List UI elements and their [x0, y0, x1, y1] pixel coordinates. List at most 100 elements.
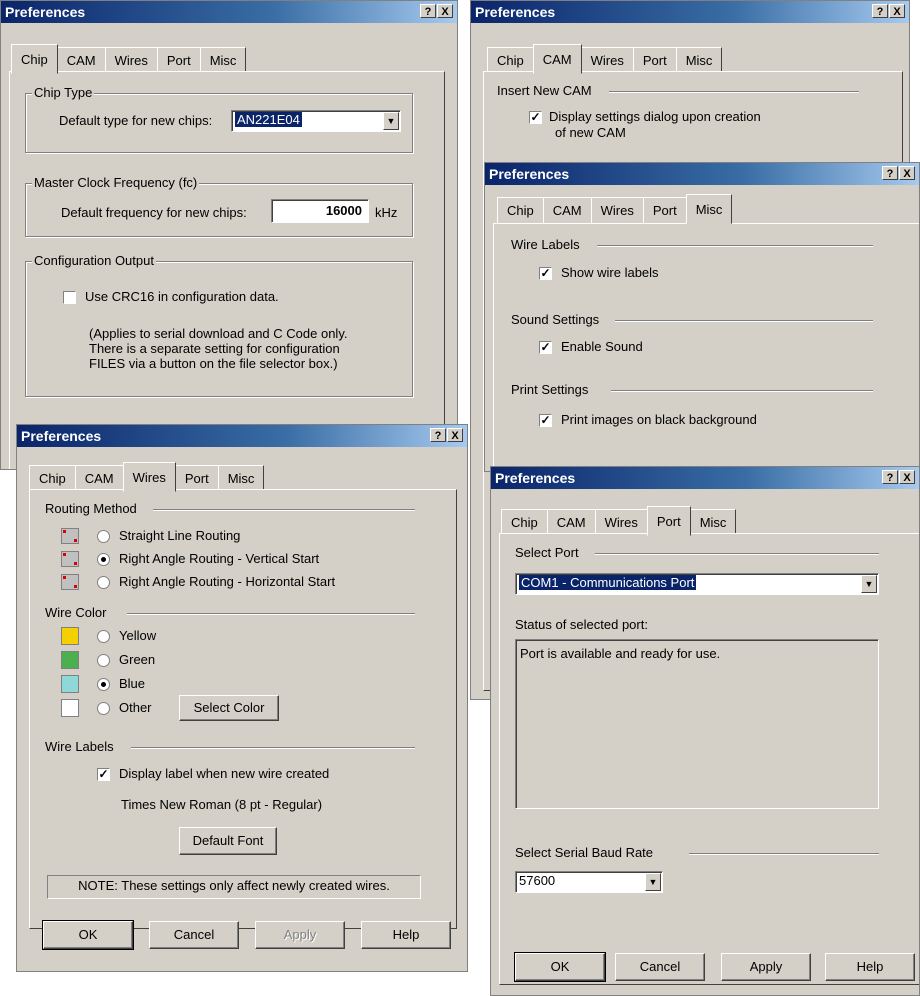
routing-method-heading: Routing Method: [45, 501, 137, 516]
chevron-down-icon[interactable]: ▼: [861, 575, 877, 593]
sound-settings-heading: Sound Settings: [511, 312, 600, 327]
tab-cam[interactable]: CAM: [56, 47, 106, 74]
tab-cam[interactable]: CAM: [546, 509, 596, 536]
tab-misc[interactable]: Misc: [217, 465, 265, 492]
chevron-down-icon[interactable]: ▼: [645, 873, 661, 891]
help-button[interactable]: Help: [825, 953, 915, 981]
radio-other[interactable]: [97, 702, 110, 715]
divider: [609, 91, 859, 93]
wire-labels-heading: Wire Labels: [45, 739, 114, 754]
cancel-button[interactable]: Cancel: [149, 921, 239, 949]
display-settings-checkbox[interactable]: ✓: [529, 111, 542, 124]
preferences-window-wires: Preferences ? X Chip CAM Wires Port Misc …: [16, 424, 468, 972]
tab-port[interactable]: Port: [646, 506, 691, 536]
radio-straight-routing[interactable]: [97, 530, 110, 543]
divider: [127, 613, 415, 615]
status-label: Status of selected port:: [515, 617, 648, 632]
tab-wires[interactable]: Wires: [122, 462, 176, 492]
frequency-input[interactable]: 16000: [271, 199, 369, 223]
window-title: Preferences: [475, 4, 556, 20]
crc-note-line-3: FILES via a button on the file selector …: [89, 356, 338, 371]
horizontal-start-icon: [61, 574, 79, 590]
routing-option-label: Right Angle Routing - Vertical Start: [119, 551, 320, 566]
radio-horizontal-start[interactable]: [97, 576, 110, 589]
radio-blue[interactable]: [97, 678, 110, 691]
apply-button[interactable]: Apply: [255, 921, 345, 949]
tab-chip[interactable]: Chip: [487, 47, 534, 74]
tab-wires[interactable]: Wires: [580, 47, 634, 74]
close-icon[interactable]: X: [447, 428, 463, 442]
help-icon[interactable]: ?: [430, 428, 446, 442]
close-icon[interactable]: X: [899, 470, 915, 484]
tab-port[interactable]: Port: [642, 197, 687, 224]
print-black-checkbox[interactable]: ✓: [539, 414, 552, 427]
title-bar[interactable]: Preferences ? X: [491, 467, 919, 489]
crc16-label: Use CRC16 in configuration data.: [85, 289, 279, 304]
apply-button[interactable]: Apply: [721, 953, 811, 981]
settings-note: NOTE: These settings only affect newly c…: [47, 875, 421, 899]
baud-value: 57600: [519, 873, 556, 888]
radio-vertical-start[interactable]: [97, 553, 110, 566]
port-select[interactable]: COM1 - Communications Port ▼: [515, 573, 879, 595]
tab-wires[interactable]: Wires: [104, 47, 158, 74]
divider: [595, 553, 879, 555]
tab-port[interactable]: Port: [632, 47, 677, 74]
tab-misc[interactable]: Misc: [685, 194, 733, 224]
window-title: Preferences: [489, 166, 570, 182]
close-icon[interactable]: X: [889, 4, 905, 18]
other-swatch: [61, 699, 79, 717]
preferences-window-port: Preferences ? X Chip CAM Wires Port Misc …: [490, 466, 920, 996]
baud-rate-select[interactable]: 57600 ▼: [515, 871, 663, 893]
yellow-swatch: [61, 627, 79, 645]
tab-chip[interactable]: Chip: [497, 197, 544, 224]
ok-button[interactable]: OK: [514, 952, 606, 982]
close-icon[interactable]: X: [899, 166, 915, 180]
close-icon[interactable]: X: [437, 4, 453, 18]
tab-misc[interactable]: Misc: [689, 509, 737, 536]
display-label-checkbox[interactable]: ✓: [97, 768, 110, 781]
show-wire-labels-checkbox[interactable]: ✓: [539, 267, 552, 280]
wire-labels-heading: Wire Labels: [511, 237, 580, 252]
tab-chip[interactable]: Chip: [11, 44, 58, 74]
tab-port[interactable]: Port: [156, 47, 201, 74]
tab-cam[interactable]: CAM: [542, 197, 592, 224]
chevron-down-icon[interactable]: ▼: [383, 112, 399, 130]
tab-chip[interactable]: Chip: [501, 509, 548, 536]
crc16-checkbox[interactable]: [63, 291, 76, 304]
title-bar[interactable]: Preferences ? X: [485, 163, 919, 185]
help-icon[interactable]: ?: [872, 4, 888, 18]
help-icon[interactable]: ?: [882, 166, 898, 180]
tab-wires[interactable]: Wires: [590, 197, 644, 224]
help-icon[interactable]: ?: [882, 470, 898, 484]
tab-cam[interactable]: CAM: [74, 465, 124, 492]
enable-sound-checkbox[interactable]: ✓: [539, 341, 552, 354]
print-black-label: Print images on black background: [561, 412, 757, 427]
frequency-value: 16000: [325, 203, 362, 218]
enable-sound-label: Enable Sound: [561, 339, 643, 354]
select-color-button[interactable]: Select Color: [179, 695, 279, 721]
default-font-button[interactable]: Default Font: [179, 827, 277, 855]
tab-wires[interactable]: Wires: [594, 509, 648, 536]
tab-cam[interactable]: CAM: [532, 44, 582, 74]
tab-misc[interactable]: Misc: [199, 47, 247, 74]
chip-type-select[interactable]: AN221E04 ▼: [231, 110, 401, 132]
title-bar[interactable]: Preferences ? X: [471, 1, 909, 23]
tab-misc[interactable]: Misc: [675, 47, 723, 74]
tab-chip[interactable]: Chip: [29, 465, 76, 492]
ok-button[interactable]: OK: [42, 920, 134, 950]
divider: [689, 853, 879, 855]
crc-note-line-1: (Applies to serial download and C Code o…: [89, 326, 348, 341]
divider: [131, 747, 415, 749]
insert-new-cam-heading: Insert New CAM: [497, 83, 592, 98]
tab-port[interactable]: Port: [174, 465, 219, 492]
color-option-label: Yellow: [119, 628, 157, 643]
title-bar[interactable]: Preferences ? X: [1, 1, 457, 23]
radio-yellow[interactable]: [97, 630, 110, 643]
select-port-heading: Select Port: [515, 545, 579, 560]
help-button[interactable]: Help: [361, 921, 451, 949]
title-bar[interactable]: Preferences ? X: [17, 425, 467, 447]
cancel-button[interactable]: Cancel: [615, 953, 705, 981]
help-icon[interactable]: ?: [420, 4, 436, 18]
radio-green[interactable]: [97, 654, 110, 667]
wire-color-heading: Wire Color: [45, 605, 107, 620]
